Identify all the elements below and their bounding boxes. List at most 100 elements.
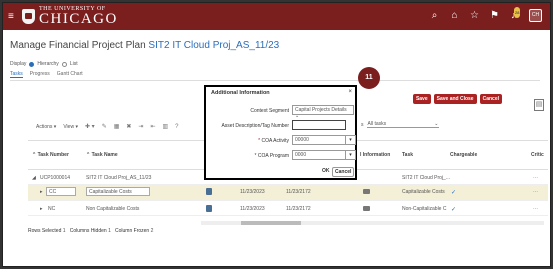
finish-date: 11/23/2172	[286, 206, 311, 212]
filter-label: s	[361, 121, 364, 128]
asset-description-input[interactable]	[292, 120, 346, 130]
row-menu-icon[interactable]: ⋯	[533, 175, 538, 181]
dialog-title: Additional Information	[211, 90, 270, 96]
page-tabs: Tasks Progress Gantt Chart	[10, 71, 83, 78]
coa-activity-select[interactable]: 00000 ▾	[292, 135, 356, 145]
col-task-name-label: Task Name	[91, 152, 118, 158]
rows-selected-label: Rows Selected	[28, 228, 62, 234]
start-date: 11/23/2023	[240, 189, 265, 195]
col-task-name[interactable]: ⌃ Task Name	[86, 152, 118, 158]
context-segment-select[interactable]: Capital Projects Details ⌄	[292, 105, 354, 119]
coa-program-value: 0000	[295, 152, 307, 158]
list-label: List	[69, 61, 78, 67]
menu-icon[interactable]: ≡	[8, 11, 18, 22]
display-label: Display	[10, 61, 27, 67]
columns-hidden-label: Columns Hidden	[69, 228, 107, 234]
cancel-button[interactable]: Cancel	[479, 94, 502, 104]
row-expand-icon[interactable]: ▸	[40, 206, 43, 212]
indent-icon[interactable]: ⇥	[138, 123, 143, 130]
delete-icon[interactable]: ✖	[126, 123, 131, 130]
list-radio[interactable]	[61, 61, 67, 67]
chargeable-check-icon[interactable]: ✓	[451, 206, 456, 213]
home-icon[interactable]: ⌂	[449, 10, 460, 21]
columns-frozen-count: 2	[150, 228, 154, 234]
hierarchy-radio[interactable]	[29, 61, 35, 67]
row-menu-icon[interactable]: ⋯	[533, 189, 538, 195]
task-number-input[interactable]: CC	[46, 187, 76, 196]
details-icon[interactable]	[206, 188, 212, 195]
notification-count: 28	[514, 7, 521, 18]
task-cell: Non-Capitalizable C	[402, 206, 447, 212]
row-expand-icon[interactable]: ▸	[40, 189, 43, 195]
view-menu[interactable]: View ▾	[63, 124, 78, 130]
coa-activity-value: 00000	[295, 137, 309, 143]
university-seal-logo	[22, 9, 35, 24]
dropdown-arrow-icon[interactable]: ▾	[345, 136, 355, 144]
edit-pencil-icon[interactable]: ✎	[102, 123, 107, 130]
step-number-badge: 11	[358, 67, 380, 89]
dropdown-arrow-icon[interactable]: ▾	[345, 151, 355, 159]
table-row[interactable]: ▸ NC Non Capitalizable Costs 11/23/2023 …	[28, 202, 548, 216]
chargeable-check-icon[interactable]: ✓	[451, 189, 456, 196]
user-avatar[interactable]: CH	[529, 9, 542, 22]
col-chargeable[interactable]: Chargeable	[450, 152, 477, 158]
table-row[interactable]: ▸ CC Capitalizable Costs 11/23/2023 11/2…	[28, 185, 548, 201]
col-critical[interactable]: Critic	[531, 152, 544, 158]
favorites-star-icon[interactable]: ☆	[469, 10, 480, 21]
coa-activity-label-text: COA Activity	[261, 138, 289, 144]
save-button[interactable]: Save	[412, 94, 431, 104]
asset-description-label: Asset Description/Tag Number	[221, 123, 289, 129]
task-name: Non Capitalizable Costs	[86, 206, 140, 212]
page-title: Manage Financial Project Plan SIT2 IT Cl…	[10, 40, 279, 51]
scrollbar-thumb[interactable]	[241, 221, 301, 225]
additional-information-dialog: Additional Information × Context Segment…	[204, 85, 357, 180]
row-expand-icon[interactable]: ◢	[32, 175, 36, 181]
dialog-cancel-button[interactable]: Cancel	[332, 167, 355, 177]
coa-program-select[interactable]: 0000 ▾	[292, 150, 356, 160]
watchlist-flag-icon[interactable]: ⚑	[489, 10, 500, 21]
task-filter: s All tasks ⌄	[361, 121, 439, 128]
page-title-prefix: Manage Financial Project Plan	[10, 40, 146, 51]
additional-info-icon[interactable]	[363, 189, 370, 194]
coa-program-label-text: COA Program	[257, 153, 289, 159]
task-filter-select[interactable]: All tasks ⌄	[366, 121, 439, 128]
task-cell: Capitalizable Costs	[402, 189, 445, 195]
tab-gantt-chart[interactable]: Gantt Chart	[57, 71, 83, 78]
context-segment-label: Context Segment	[250, 108, 289, 114]
brand-big-text: CHICAGO	[39, 11, 118, 27]
tab-tasks[interactable]: Tasks	[10, 71, 23, 78]
actions-menu[interactable]: Actions ▾	[36, 124, 56, 130]
horizontal-scrollbar[interactable]	[201, 221, 544, 225]
save-and-close-button[interactable]: Save and Close	[433, 94, 477, 104]
col-task-number[interactable]: ⌃ Task Number	[32, 152, 69, 158]
row-menu-icon[interactable]: ⋯	[533, 206, 538, 212]
start-date: 11/23/2023	[240, 206, 265, 212]
details-icon[interactable]	[206, 205, 212, 212]
app-frame: ≡ THE UNIVERSITY OF CHICAGO ⌕ ⌂ ☆ ⚑ ♫28 …	[2, 2, 551, 267]
col-information[interactable]: l Information	[360, 152, 390, 158]
task-name-input[interactable]: Capitalizable Costs	[86, 187, 150, 196]
display-mode-selector: Display Hierarchy List	[10, 61, 78, 67]
chevron-down-icon: ⌄	[434, 121, 439, 127]
tab-divider	[10, 80, 540, 81]
table-toolbar: Actions ▾ View ▾ ✚ ▾ ✎ ▦ ✖ ⇥ ⇤ ▥ ?	[36, 123, 179, 131]
task-number: UCP1000014	[40, 175, 71, 181]
notifications-bell-icon[interactable]: ♫28	[509, 7, 521, 21]
side-panel-icon[interactable]: ▤	[534, 99, 544, 111]
ok-button[interactable]: OK	[320, 167, 332, 175]
table-footer-stats: Rows Selected 1 Columns Hidden 1 Column …	[28, 228, 153, 234]
actions-menu-label: Actions	[36, 123, 53, 130]
help-icon[interactable]: ?	[175, 124, 178, 130]
outdent-icon[interactable]: ⇤	[150, 123, 155, 130]
task-number: NC	[48, 206, 56, 212]
grid-icon[interactable]: ▦	[114, 123, 120, 130]
close-icon[interactable]: ×	[348, 89, 352, 95]
search-icon[interactable]: ⌕	[429, 10, 440, 21]
additional-info-icon[interactable]	[363, 206, 370, 211]
brand-logo[interactable]: THE UNIVERSITY OF CHICAGO	[39, 6, 118, 27]
columns-frozen-label: Column Frozen	[115, 228, 150, 234]
tab-progress[interactable]: Progress	[30, 71, 50, 78]
col-task[interactable]: Task	[402, 152, 413, 158]
add-icon[interactable]: ✚ ▾	[85, 123, 95, 130]
freeze-icon[interactable]: ▥	[162, 123, 168, 130]
